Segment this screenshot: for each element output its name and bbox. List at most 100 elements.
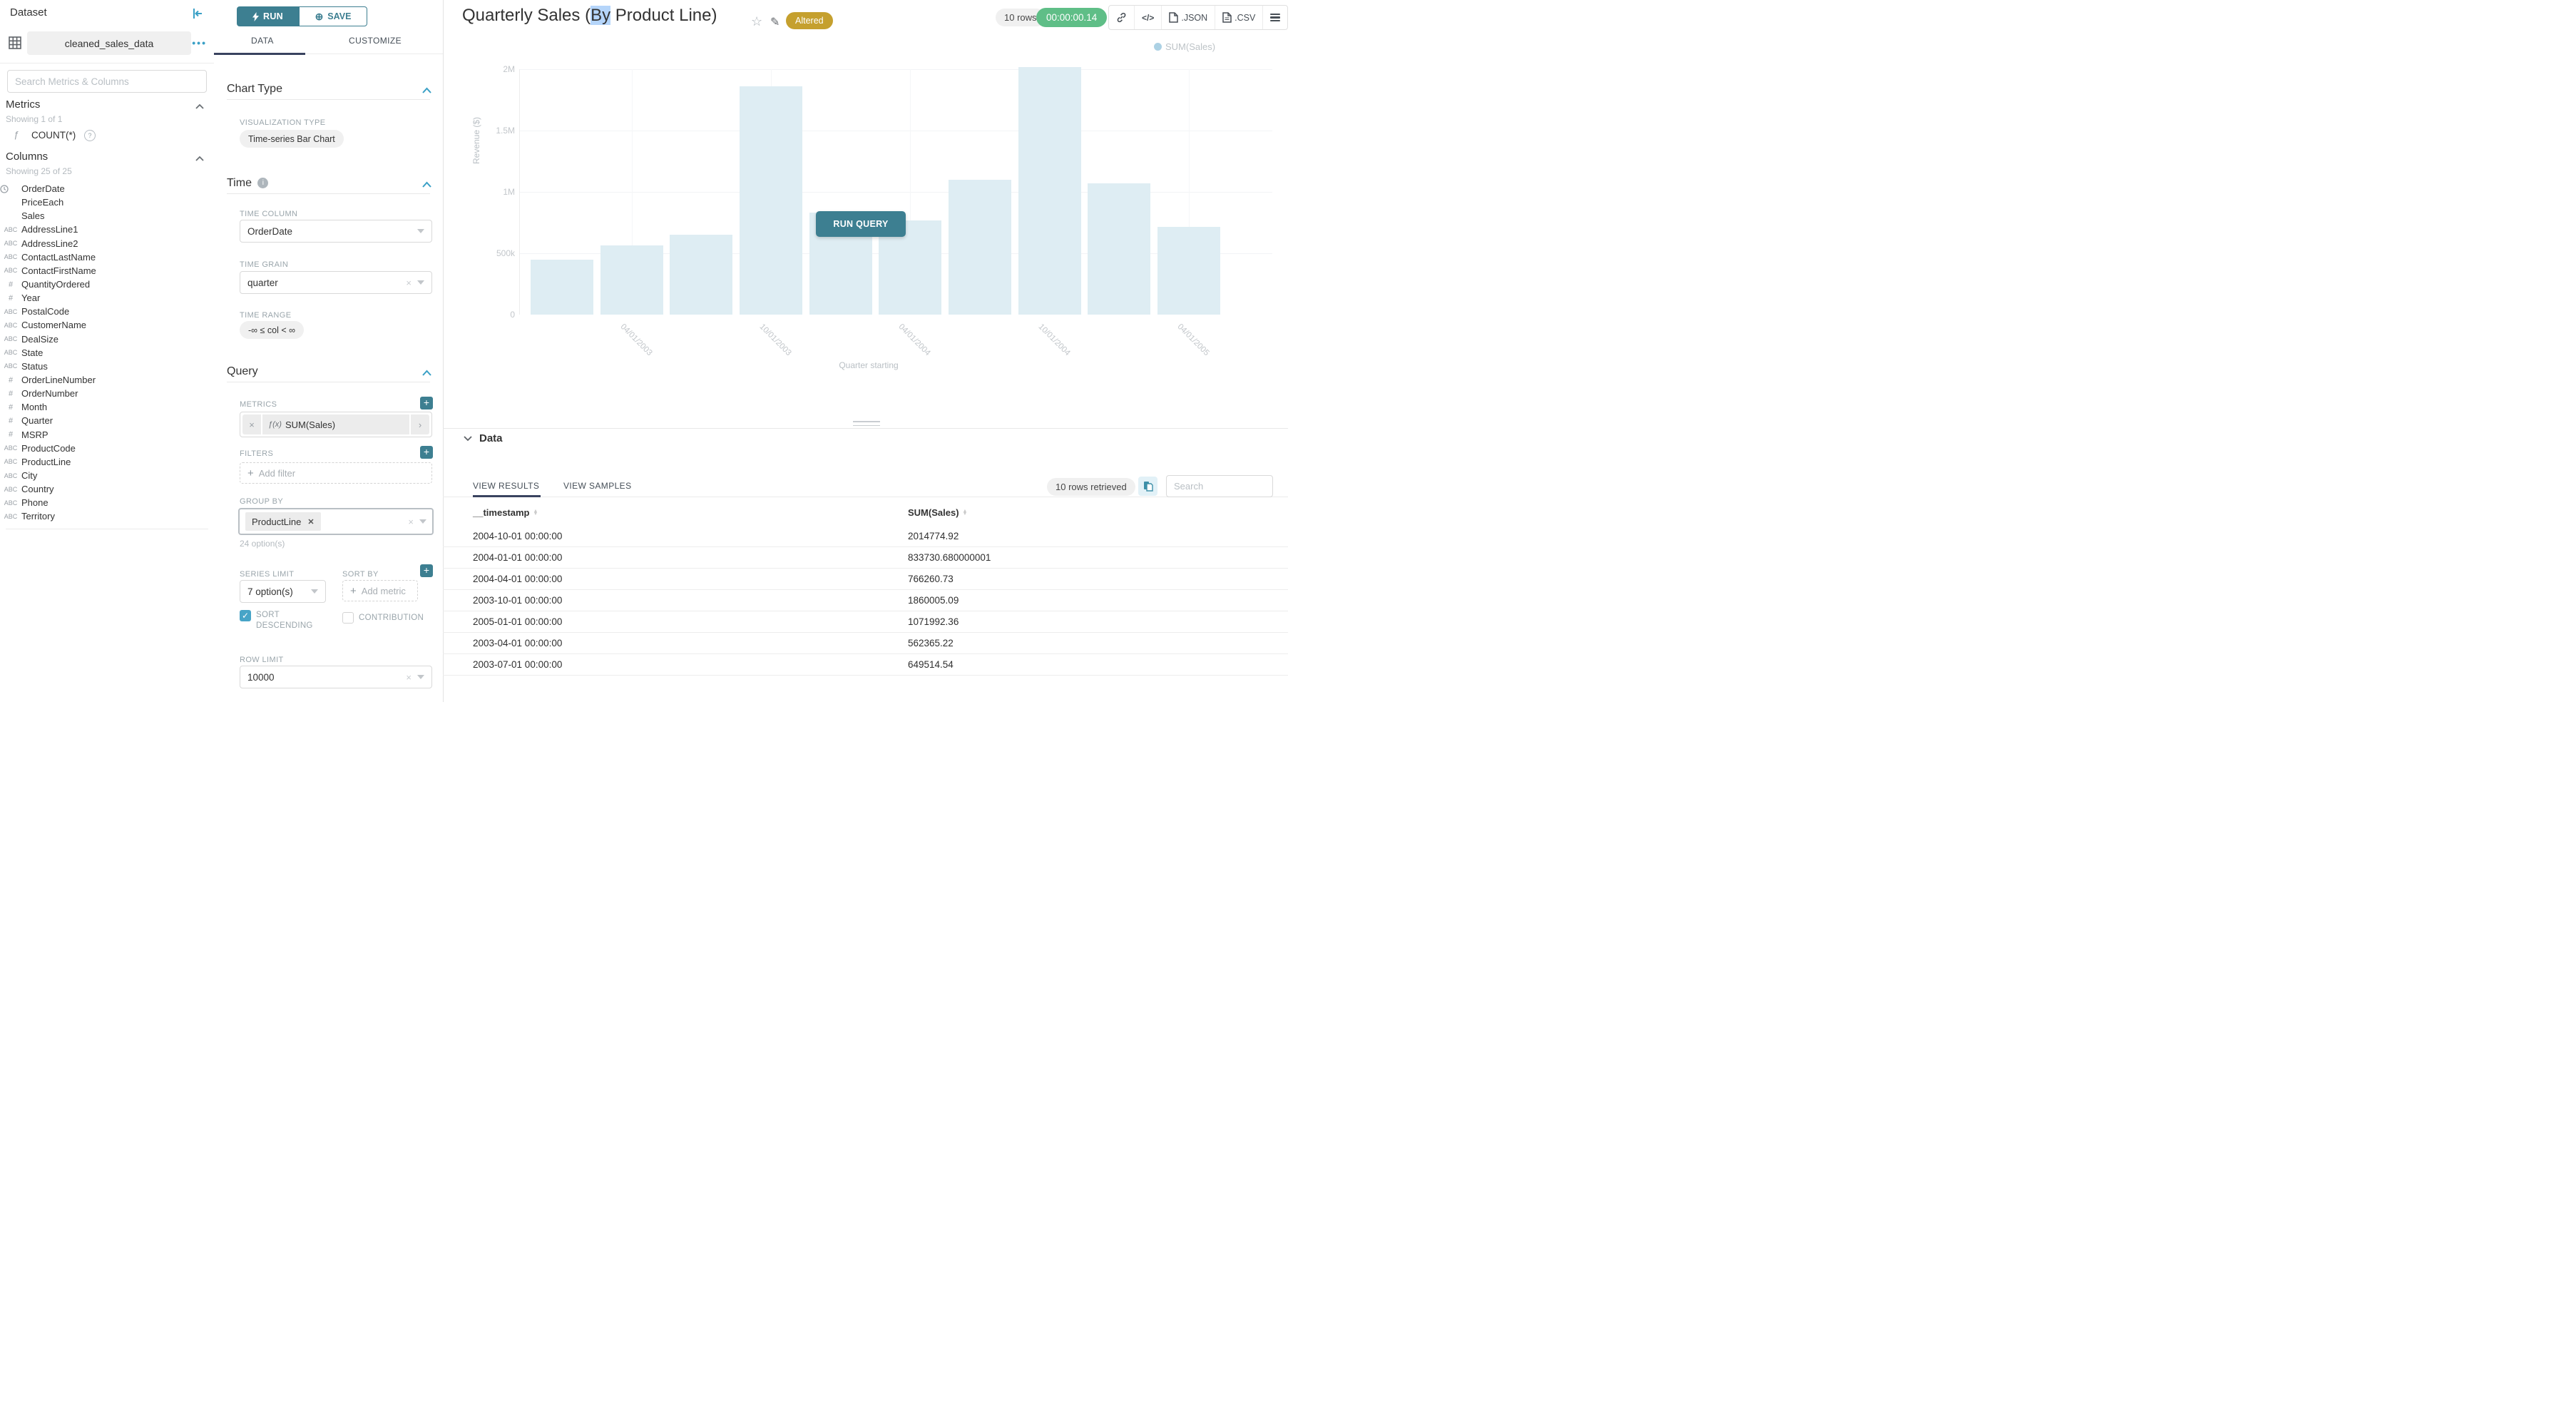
column-item[interactable]: ABCStatus (0, 360, 214, 373)
contribution-checkbox[interactable]: CONTRIBUTION (342, 612, 424, 624)
column-item[interactable]: #Year (0, 291, 214, 305)
copy-data-button[interactable] (1138, 477, 1157, 496)
more-options-menu[interactable] (1263, 6, 1287, 29)
group-by-chip[interactable]: ProductLine✕ (245, 512, 321, 531)
clear-icon[interactable]: × (408, 517, 414, 527)
embed-code-button[interactable]: </> (1135, 6, 1162, 29)
plus-icon: + (350, 585, 357, 597)
column-item[interactable]: ABCProductCode (0, 442, 214, 455)
metrics-collapse-icon[interactable] (195, 103, 204, 109)
bar[interactable] (1088, 183, 1150, 315)
column-item[interactable]: ABCProductLine (0, 455, 214, 469)
edit-title-icon[interactable]: ✎ (770, 15, 780, 29)
export-json-button[interactable]: .JSON (1162, 6, 1215, 29)
resize-handle[interactable] (853, 421, 880, 429)
bar[interactable] (949, 180, 1011, 315)
bar[interactable] (740, 86, 802, 315)
table-row[interactable]: 2004-04-01 00:00:00766260.73 (443, 569, 1288, 590)
hash-icon: # (0, 430, 21, 439)
table-row[interactable]: 2004-01-01 00:00:00833730.680000001 (443, 547, 1288, 569)
column-item[interactable]: ABCCustomerName (0, 318, 214, 332)
chart-title[interactable]: Quarterly Sales (By Product Line) (462, 6, 717, 26)
row-limit-select[interactable]: 10000 × (240, 666, 432, 688)
export-csv-button[interactable]: .CSV (1215, 6, 1263, 29)
column-item[interactable]: ABCState (0, 346, 214, 360)
legend-item[interactable]: SUM(Sales) (1154, 41, 1215, 52)
group-by-select[interactable]: ProductLine✕ × (238, 508, 434, 535)
column-item[interactable]: PriceEach (0, 195, 214, 209)
series-limit-select[interactable]: 7 option(s) (240, 580, 326, 603)
remove-chip-icon[interactable]: ✕ (307, 517, 314, 526)
column-item[interactable]: #MSRP (0, 428, 214, 442)
run-query-button[interactable]: RUN QUERY (816, 211, 906, 237)
chevron-down-icon (311, 589, 318, 594)
run-button[interactable]: RUN (237, 6, 299, 26)
table-search-input[interactable] (1166, 475, 1273, 497)
visualization-type-pill[interactable]: Time-series Bar Chart (240, 130, 344, 148)
tab-view-results[interactable]: VIEW RESULTS (473, 481, 539, 491)
column-item[interactable]: ABCTerritory (0, 509, 214, 523)
column-item[interactable]: ABCContactLastName (0, 250, 214, 264)
bar[interactable] (670, 235, 732, 315)
column-item[interactable]: ABCCountry (0, 482, 214, 496)
remove-metric-icon[interactable]: × (242, 414, 261, 434)
favorite-star-icon[interactable]: ☆ (751, 14, 762, 29)
column-item[interactable]: OrderDate (0, 182, 214, 195)
abc-icon: ABC (0, 335, 21, 342)
tab-customize[interactable]: CUSTOMIZE (349, 36, 402, 46)
column-item[interactable]: Sales (0, 209, 214, 223)
time-grain-select[interactable]: quarter × (240, 271, 432, 294)
bar[interactable] (1157, 227, 1220, 315)
column-item[interactable]: ABCCity (0, 469, 214, 482)
add-filter-button[interactable]: + (420, 446, 433, 459)
table-row[interactable]: 2003-10-01 00:00:001860005.09 (443, 590, 1288, 611)
column-item[interactable]: ABCDealSize (0, 332, 214, 346)
bar[interactable] (531, 260, 593, 315)
column-item[interactable]: #QuantityOrdered (0, 278, 214, 291)
column-header-sum-sales[interactable]: SUM(Sales) ▲▼ (908, 507, 967, 518)
column-item[interactable]: #Quarter (0, 414, 214, 427)
expand-metric-icon[interactable]: › (411, 414, 429, 434)
column-item[interactable]: #OrderLineNumber (0, 373, 214, 387)
tab-view-samples[interactable]: VIEW SAMPLES (563, 481, 632, 491)
column-label: OrderDate (21, 183, 65, 194)
data-collapse-icon[interactable] (464, 436, 472, 442)
plus-icon: + (247, 467, 254, 479)
sort-descending-checkbox[interactable]: ✓ SORT DESCENDING (240, 610, 327, 631)
table-row[interactable]: 2005-01-01 00:00:001071992.36 (443, 611, 1288, 633)
add-sort-metric-button[interactable]: + (420, 564, 433, 577)
chevron-up-icon[interactable] (422, 181, 431, 188)
chevron-up-icon[interactable] (422, 87, 431, 93)
columns-collapse-icon[interactable] (195, 156, 204, 161)
table-row[interactable]: 2003-04-01 00:00:00562365.22 (443, 633, 1288, 654)
save-button[interactable]: ⊕ SAVE (299, 6, 367, 26)
column-item[interactable]: ABCContactFirstName (0, 264, 214, 278)
dataset-more-menu[interactable]: ••• (192, 37, 207, 49)
sort-by-dropzone[interactable]: + Add metric (342, 580, 418, 601)
column-item[interactable]: #OrderNumber (0, 387, 214, 400)
add-filter-dropzone[interactable]: + Add filter (240, 462, 432, 484)
copy-link-button[interactable] (1109, 6, 1135, 29)
chevron-up-icon[interactable] (422, 370, 431, 376)
bar[interactable] (600, 245, 663, 315)
metric-chip[interactable]: ƒ(x) SUM(Sales) (262, 414, 409, 434)
column-item[interactable]: ABCPhone (0, 496, 214, 509)
column-item[interactable]: ABCPostalCode (0, 305, 214, 318)
column-item[interactable]: #Month (0, 400, 214, 414)
table-row[interactable]: 2004-10-01 00:00:002014774.92 (443, 526, 1288, 547)
collapse-panel-icon[interactable] (191, 7, 204, 20)
bar[interactable] (1018, 67, 1081, 315)
clear-icon[interactable]: × (406, 278, 412, 288)
table-row[interactable]: 2003-07-01 00:00:00649514.54 (443, 654, 1288, 676)
metric-item[interactable]: ƒ COUNT(*) ? (0, 129, 214, 143)
add-metric-button[interactable]: + (420, 397, 433, 410)
time-range-pill[interactable]: -∞ ≤ col < ∞ (240, 321, 304, 339)
dataset-name[interactable]: cleaned_sales_data (27, 31, 191, 55)
column-item[interactable]: ABCAddressLine1 (0, 223, 214, 236)
time-column-select[interactable]: OrderDate (240, 220, 432, 243)
column-header-timestamp[interactable]: __timestamp ▲▼ (473, 507, 538, 518)
search-metrics-columns-input[interactable] (7, 70, 207, 93)
column-item[interactable]: ABCAddressLine2 (0, 237, 214, 250)
clear-icon[interactable]: × (406, 672, 412, 683)
tab-data[interactable]: DATA (251, 36, 274, 46)
